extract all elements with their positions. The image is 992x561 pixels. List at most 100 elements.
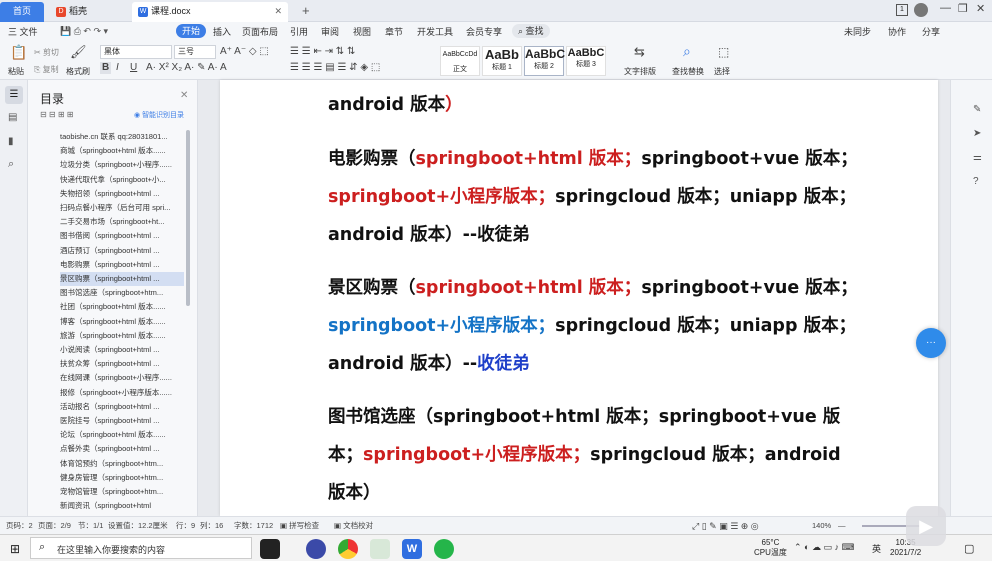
toc-item[interactable]: 失物招领（springboot+html ... [60,187,184,201]
toc-item[interactable]: 景区购票（springboot+html ... [60,272,184,286]
new-tab-button[interactable]: + [296,2,316,22]
outline-icon[interactable]: ▤ [8,112,17,123]
help-icon[interactable]: ? [973,176,979,187]
input-language[interactable]: 英 [872,542,881,555]
close-toc-icon[interactable]: ✕ [180,90,188,101]
wps-writer-icon[interactable]: W [402,539,422,559]
tab-home[interactable]: 首页 [0,2,44,22]
window-count-badge[interactable]: 1 [896,4,908,16]
toc-item[interactable]: 扶贫众筹（springboot+html ... [60,357,184,371]
menu-file[interactable]: 三 文件 [8,25,38,39]
cut-button[interactable]: ✂ 剪切 [34,47,59,58]
view-mode-icons[interactable]: ⤢ ▯ ✎ ▣ ☰ ⊕ ◎ [692,521,759,531]
toc-level-icons[interactable]: ⊟ ⊟ ⊞ ⊞ [40,110,73,119]
menu-home[interactable]: 开始 [176,24,207,38]
toc-item[interactable]: 新闻资讯（springboot+html [60,499,184,513]
style-heading1[interactable]: AaBb 标题 1 [482,46,522,76]
style-normal[interactable]: AaBbCcDd 正文 [440,46,480,76]
format-painter-icon[interactable]: 🖌 [70,45,87,58]
avatar[interactable] [914,3,928,17]
toc-item[interactable]: 体育馆预约（springboot+htm... [60,457,184,471]
toc-item[interactable]: 社团（springboot+html 版本...... [60,300,184,314]
toc-scrollbar[interactable] [186,130,190,306]
menu-devtools[interactable]: 开发工具 [417,25,453,39]
toc-item[interactable]: 电影购票（springboot+html ... [60,258,184,272]
app-icon-circle[interactable] [306,539,326,559]
smart-toc-button[interactable]: ◉ 智能识别目录 [134,110,184,120]
text-layout-icon[interactable]: ⇆ [634,45,645,58]
close-tab-icon[interactable]: ✕ [274,2,282,20]
notification-icon[interactable]: ▢ [964,542,974,555]
app-green-icon[interactable] [434,539,454,559]
align-icons[interactable]: ☰ ☰ ☰ ▤ ☰ ⇵ ◈ ⬚ [290,62,380,74]
toc-item[interactable]: 宠物馆管理（springboot+htm... [60,485,184,499]
toc-item[interactable]: 活动报名（springboot+html ... [60,400,184,414]
menu-view[interactable]: 视图 [353,25,371,39]
find-replace-button[interactable]: 查找替换 [672,66,704,77]
toc-item[interactable]: 图书馆选座（springboot+htm... [60,286,184,300]
toc-item[interactable]: 旅游（springboot+html 版本...... [60,329,184,343]
underline-button[interactable]: U [130,62,137,74]
style-heading2[interactable]: AaBbC 标题 2 [524,46,565,76]
copy-button[interactable]: ⎘ 复制 [34,64,59,75]
sync-status[interactable]: 未同步 [844,25,871,39]
toc-panel-icon[interactable]: ☰ [5,86,23,104]
menu-layout[interactable]: 页面布局 [242,25,278,39]
toc-item[interactable]: 在线网课（springboot+小程序...... [60,371,184,385]
list-format-icons[interactable]: ☰ ☰ ⇤ ⇥ ⇅ ⇅ [290,46,355,58]
share-button[interactable]: 分享 [922,25,940,39]
find-replace-icon[interactable]: ⌕ [683,44,691,58]
menu-review[interactable]: 审阅 [321,25,339,39]
edit-icon[interactable]: ✎ [973,104,981,115]
status-wordcount[interactable]: 字数：1712 [234,521,273,531]
tab-document[interactable]: W 课程.docx ✕ [132,2,288,22]
menu-insert[interactable]: 插入 [213,25,231,39]
bookmark-icon[interactable]: ▮ [8,136,14,147]
toc-item[interactable]: 点餐外卖（springboot+html ... [60,442,184,456]
video-play-overlay-icon[interactable]: ▶ [906,506,946,546]
paste-icon[interactable]: 📋 [10,45,27,59]
toc-item[interactable]: 医院挂号（springboot+html ... [60,414,184,428]
font-select[interactable]: 黑体 [100,45,172,59]
search-box[interactable]: ⌕ 查找 [512,24,550,38]
wechat-icon[interactable] [370,539,390,559]
text-layout-button[interactable]: 文字排版 [624,66,656,77]
menu-chapter[interactable]: 章节 [385,25,403,39]
document-page[interactable]: android 版本） 电影购票（springboot+html 版本；spri… [220,80,938,516]
toc-item[interactable]: 酒店预订（springboot+html ... [60,244,184,258]
italic-button[interactable]: I [116,62,119,74]
toc-item[interactable]: 论坛（springboot+html 版本...... [60,428,184,442]
toc-item[interactable]: 扫码点餐小程序（后台可用 spri... [60,201,184,215]
minimize-icon[interactable]: — [940,2,951,14]
strike-sup-sub-icons[interactable]: A· X² X₂ A· ✎ A· A [146,62,227,74]
toc-item[interactable]: 快递代取代拿（springboot+小... [60,173,184,187]
close-window-icon[interactable]: ✕ [976,2,985,15]
spell-check-button[interactable]: ▣ 拼写检查 [280,521,319,531]
format-painter-button[interactable]: 格式刷 [66,66,90,77]
chrome-icon[interactable] [338,539,358,559]
search-doc-icon[interactable]: ⌕ [8,158,14,171]
menu-vip[interactable]: 会员专享 [466,25,502,39]
restore-icon[interactable]: ❐ [958,2,968,15]
collaborate-button[interactable]: 协作 [888,25,906,39]
windows-start-icon[interactable]: ⊞ [10,542,20,556]
menu-reference[interactable]: 引用 [290,25,308,39]
toc-item[interactable]: 健身房管理（springboot+htm... [60,471,184,485]
select-icon[interactable]: ⬚ [718,46,729,58]
tab-docer[interactable]: D 稻壳 [50,2,130,22]
pointer-icon[interactable]: ➤ [973,128,981,139]
toc-item[interactable]: taobishe.cn 联系 qq:28031801... [60,130,184,144]
floating-assistant-button[interactable]: ··· [916,328,946,358]
paste-button[interactable]: 粘贴 [8,66,24,77]
toc-item[interactable]: 二手交易市场（springboot+ht... [60,215,184,229]
toc-item[interactable]: 博客（springboot+html 版本...... [60,315,184,329]
quick-access-icons[interactable]: 💾 ⎙ ↶ ↷ ▾ [60,26,108,37]
font-size-select[interactable]: 三号 [174,45,216,59]
select-button[interactable]: 选择 [714,66,730,77]
zoom-level[interactable]: 140% [812,521,831,531]
settings-sliders-icon[interactable]: ⚌ [973,152,982,163]
toc-item[interactable]: 商城（springboot+html 版本...... [60,144,184,158]
toc-item[interactable]: 图书借阅（springboot+html ... [60,229,184,243]
task-view-icon[interactable] [260,539,280,559]
toc-item[interactable]: 垃圾分类（springboot+小程序...... [60,158,184,172]
